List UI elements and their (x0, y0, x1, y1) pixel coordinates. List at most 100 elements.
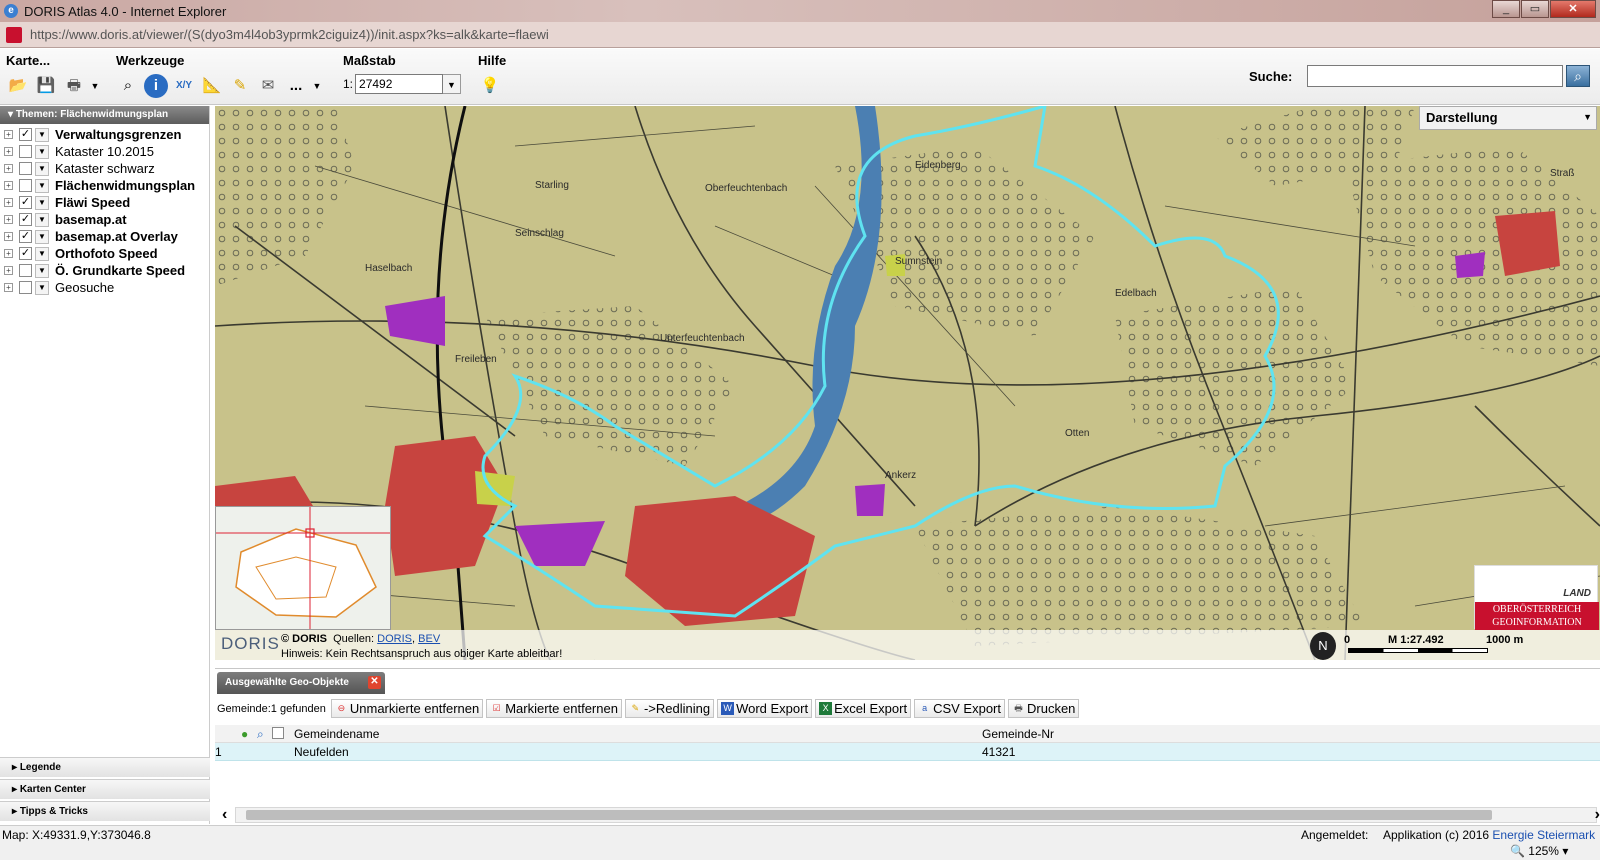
info-icon[interactable]: i (144, 74, 168, 98)
horizontal-scrollbar[interactable]: ‹ › (222, 806, 1600, 824)
layer-checkbox[interactable]: ✓ (19, 128, 32, 141)
save-icon[interactable]: 💾 (34, 74, 58, 98)
layer-menu-icon[interactable]: ▼ (35, 127, 49, 142)
accordion-karten-center[interactable]: ▸ Karten Center (0, 779, 210, 799)
layer-checkbox[interactable] (19, 281, 32, 294)
layer-checkbox[interactable] (19, 145, 32, 158)
excel-export-button[interactable]: X Excel Export (815, 699, 912, 718)
close-window-button[interactable]: ✕ (1550, 0, 1596, 18)
close-tab-icon[interactable]: ✕ (368, 676, 381, 689)
search-icon[interactable]: ⌕ (1566, 65, 1590, 87)
expand-icon[interactable]: + (4, 249, 13, 258)
layer-menu-icon[interactable]: ▼ (35, 263, 49, 278)
layer-checkbox[interactable] (19, 179, 32, 192)
werkzeuge-menu[interactable]: Werkzeuge (116, 53, 322, 68)
scroll-right-icon[interactable]: › (1595, 806, 1600, 824)
layer-item[interactable]: + ✓ ▼ Fläwi Speed (0, 194, 209, 211)
print-icon[interactable]: 🖶 (62, 74, 86, 98)
binoculars-icon[interactable]: ⌕ (116, 74, 140, 98)
accordion-legende[interactable]: ▸ Legende (0, 757, 210, 777)
overview-map[interactable] (215, 506, 391, 630)
url-field[interactable]: https://www.doris.at/viewer/(S(dyo3m4l4o… (30, 27, 549, 42)
expand-icon[interactable]: + (4, 164, 13, 173)
karte-menu[interactable]: Karte... (6, 53, 100, 68)
layer-menu-icon[interactable]: ▼ (35, 144, 49, 159)
layer-item[interactable]: + ✓ ▼ Verwaltungsgrenzen (0, 126, 209, 143)
source-link-doris[interactable]: DORIS (377, 633, 412, 645)
print-results-button[interactable]: 🖶 Drucken (1008, 699, 1080, 718)
layer-menu-icon[interactable]: ▼ (35, 178, 49, 193)
scale-dropdown-icon[interactable]: ▼ (443, 74, 462, 94)
hilfe-group: Hilfe 💡 (478, 53, 506, 98)
word-export-button[interactable]: W Word Export (717, 699, 813, 718)
minimize-button[interactable]: _ (1492, 0, 1520, 18)
maximize-button[interactable]: ▭ (1521, 0, 1549, 18)
expand-icon[interactable]: + (4, 130, 13, 139)
table-row[interactable]: 1 Neufelden 41321 (215, 743, 1600, 761)
layer-checkbox[interactable] (19, 264, 32, 277)
layer-menu-icon[interactable]: ▼ (35, 212, 49, 227)
karte-dropdown-icon[interactable]: ▼ (90, 74, 100, 98)
expand-icon[interactable]: + (4, 266, 13, 275)
layer-item[interactable]: + ▼ Geosuche (0, 279, 209, 296)
expand-icon[interactable]: + (4, 181, 13, 190)
search-icon[interactable]: ⌕ (257, 727, 264, 742)
mail-icon[interactable]: ✉ (256, 74, 280, 98)
expand-icon[interactable]: + (4, 198, 13, 207)
search-input[interactable] (1307, 65, 1563, 87)
expand-icon[interactable]: + (4, 232, 13, 241)
energie-steiermark-link[interactable]: Energie Steiermark (1492, 828, 1595, 842)
darstellung-dropdown[interactable]: Darstellung ▼ (1419, 106, 1597, 130)
layer-item[interactable]: + ▼ Flächenwidmungsplan (0, 177, 209, 194)
column-gemeinde-nr[interactable]: Gemeinde-Nr (982, 727, 1054, 741)
open-folder-icon[interactable]: 📂 (6, 74, 30, 98)
expand-icon[interactable]: + (4, 215, 13, 224)
layer-checkbox[interactable]: ✓ (19, 230, 32, 243)
site-favicon-icon (6, 26, 22, 43)
tab-selected-geo-objects[interactable]: Ausgewählte Geo-Objekte ✕ (217, 672, 385, 694)
place-label: Freileben (455, 354, 497, 365)
expand-icon[interactable]: + (4, 147, 13, 156)
layer-menu-icon[interactable]: ▼ (35, 161, 49, 176)
edit-icon[interactable]: ✎ (228, 74, 252, 98)
layer-item[interactable]: + ✓ ▼ basemap.at Overlay (0, 228, 209, 245)
scrollbar-thumb[interactable] (246, 810, 1492, 820)
scroll-left-icon[interactable]: ‹ (222, 806, 227, 824)
window-title: DORIS Atlas 4.0 - Internet Explorer (24, 3, 227, 19)
accordion-tipps-tricks[interactable]: ▸ Tipps & Tricks (0, 801, 210, 821)
map-canvas[interactable]: Oberfeuchtenbach Unterfeuchtenbach Freil… (215, 106, 1600, 660)
more-tools-button[interactable]: ... (284, 74, 308, 98)
scale-input[interactable] (355, 74, 444, 94)
layer-checkbox[interactable]: ✓ (19, 213, 32, 226)
redlining-button[interactable]: ✎ ->Redlining (624, 699, 715, 718)
source-link-bev[interactable]: BEV (418, 633, 440, 645)
layer-menu-icon[interactable]: ▼ (35, 280, 49, 295)
csv-export-button[interactable]: a CSV Export (914, 699, 1005, 718)
place-label: Eidenberg (915, 160, 961, 171)
layer-label: Fläwi Speed (55, 195, 131, 210)
layer-checkbox[interactable]: ✓ (19, 247, 32, 260)
layer-menu-icon[interactable]: ▼ (35, 195, 49, 210)
layer-menu-icon[interactable]: ▼ (35, 229, 49, 244)
werkzeuge-dropdown-icon[interactable]: ▼ (312, 74, 322, 98)
layer-checkbox[interactable]: ✓ (19, 196, 32, 209)
layer-menu-icon[interactable]: ▼ (35, 246, 49, 261)
select-all-checkbox[interactable] (272, 727, 284, 739)
lightbulb-help-icon[interactable]: 💡 (478, 74, 502, 98)
cell-gemeinde-nr: 41321 (982, 745, 1016, 759)
zoom-level[interactable]: 🔍 125% ▾ (1510, 844, 1568, 858)
remove-marked-button[interactable]: ☑ Markierte entfernen (486, 699, 622, 718)
zoom-to-all-icon[interactable]: ● (241, 727, 248, 741)
layer-checkbox[interactable] (19, 162, 32, 175)
layer-item[interactable]: + ▼ Kataster schwarz (0, 160, 209, 177)
xy-coordinate-icon[interactable]: X/Y (172, 74, 196, 98)
layer-item[interactable]: + ▼ Kataster 10.2015 (0, 143, 209, 160)
column-gemeindename[interactable]: Gemeindename (294, 727, 379, 741)
expand-icon[interactable]: + (4, 283, 13, 292)
remove-unmarked-button[interactable]: ⊖ Unmarkierte entfernen (330, 699, 484, 718)
layer-item[interactable]: + ✓ ▼ basemap.at (0, 211, 209, 228)
layer-item[interactable]: + ✓ ▼ Orthofoto Speed (0, 245, 209, 262)
layer-item[interactable]: + ▼ Ö. Grundkarte Speed (0, 262, 209, 279)
themes-header[interactable]: ▾ Themen: Flächenwidmungsplan (0, 106, 209, 124)
measure-icon[interactable]: 📐 (200, 74, 224, 98)
